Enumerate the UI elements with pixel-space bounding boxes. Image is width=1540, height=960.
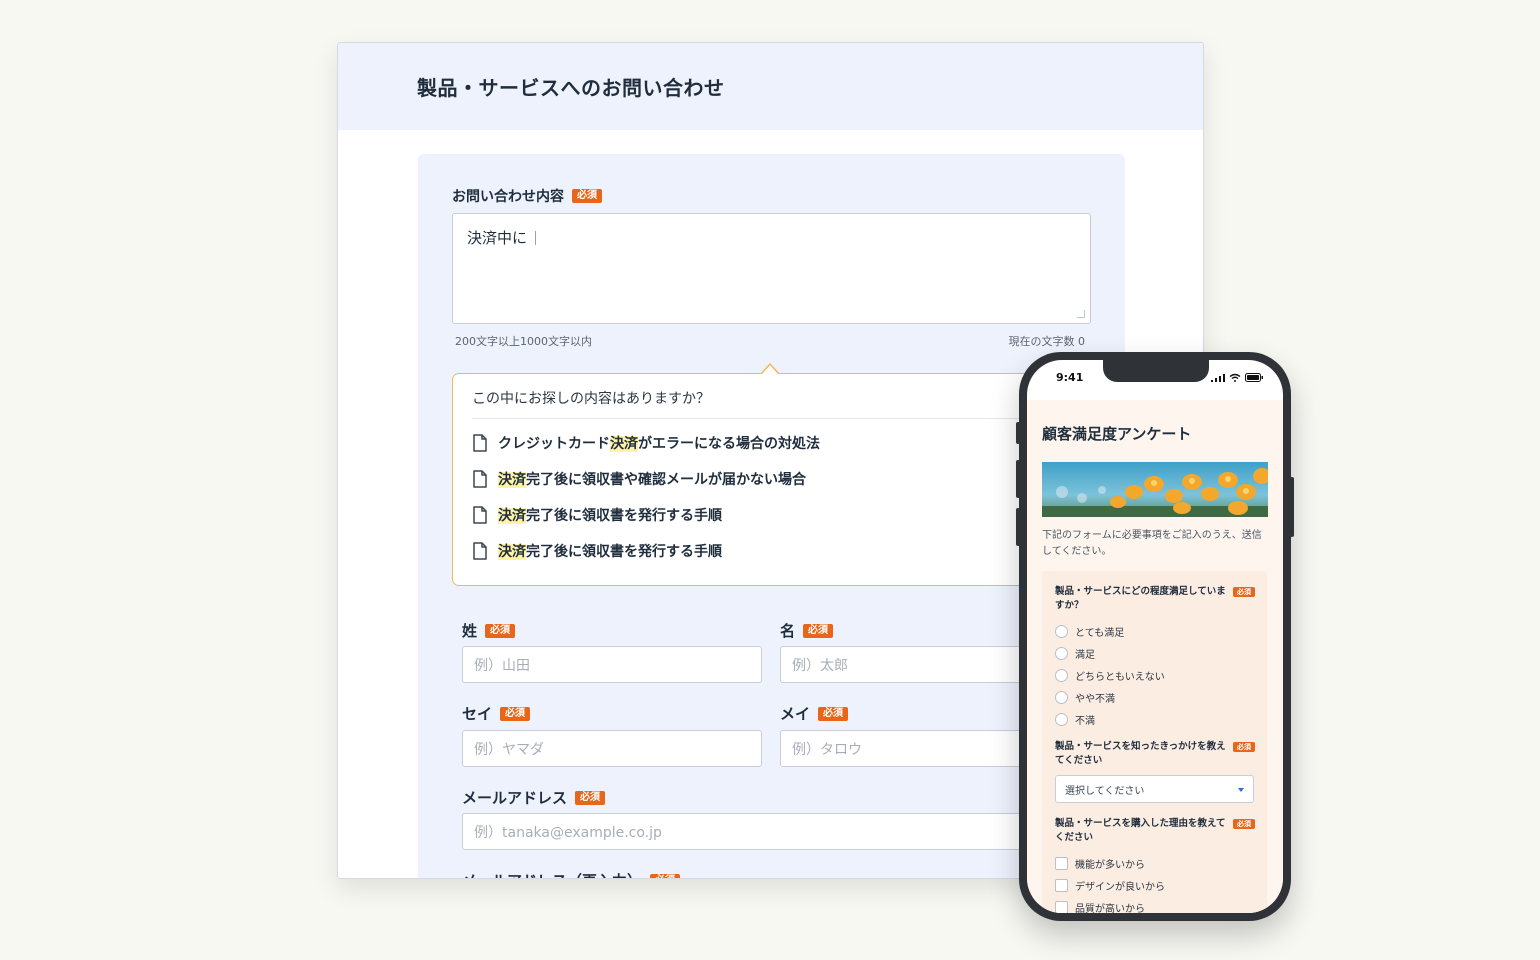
suggestion-pointer-icon [761,363,779,374]
q2-select[interactable]: 選択してください [1055,775,1254,803]
required-badge: 必須 [818,706,849,721]
suggestion-text: 決済完了後に領収書や確認メールが届かない場合 [498,472,806,488]
status-time: 9:41 [1056,371,1084,384]
signal-icon [1211,373,1225,382]
required-badge: 必須 [1233,742,1255,752]
checkbox[interactable] [1055,879,1068,892]
resize-handle-icon[interactable] [1077,310,1085,318]
radio-button[interactable] [1055,669,1068,682]
suggestion-question: この中にお探しの内容はありますか？ [472,391,710,407]
document-icon [473,470,487,488]
first-name-kana-label: メイ 必須 [780,703,849,724]
inquiry-text: 決済中に [467,229,528,247]
battery-icon [1245,373,1263,382]
radio-button[interactable] [1055,713,1068,726]
email-confirm-label: メールアドレス（再入力）必須 [462,870,681,878]
suggestion-item[interactable]: 決済完了後に領収書を発行する手順 [472,505,722,525]
required-badge: 必須 [500,706,531,721]
q2-label: 製品・サービスを知ったきっかけを教えてください [1055,741,1226,766]
suggestion-item[interactable]: クレジットカード決済がエラーになる場合の対処法 [472,433,820,453]
page-title: 製品・サービスへのお問い合わせ [417,76,725,100]
inquiry-textarea[interactable]: 決済中に [452,213,1091,324]
suggestion-text: 決済完了後に領収書を発行する手順 [498,544,722,560]
suggestion-text: クレジットカード決済がエラーになる場合の対処法 [498,436,820,452]
char-limit-hint: 200文字以上1000文字以内 [455,335,592,348]
required-badge: 必須 [1233,587,1255,597]
mute-switch [1016,422,1020,444]
email-input[interactable]: 例）tanaka@example.co.jp [462,813,1082,850]
radio-button[interactable] [1055,625,1068,638]
last-name-kana-input[interactable]: 例）ヤマダ [462,730,762,767]
required-badge: 必須 [1233,819,1255,829]
form-header: 製品・サービスへのお問い合わせ [338,43,1203,130]
power-button [1290,477,1294,537]
wifi-icon [1229,373,1241,382]
q1-option[interactable]: やや不満 [1055,690,1115,705]
char-count: 現在の文字数 0 [1008,335,1086,348]
notch [1103,360,1209,382]
last-name-kana-label: セイ 必須 [462,703,531,724]
survey-title: 顧客満足度アンケート [1042,425,1192,443]
q1-option[interactable]: どちらともいえない [1055,668,1165,683]
suggestion-item[interactable]: 決済完了後に領収書や確認メールが届かない場合 [472,469,806,489]
chevron-down-icon [1238,788,1244,792]
email-label: メールアドレス 必須 [462,787,606,808]
text-caret [535,231,537,245]
document-icon [473,434,487,452]
required-badge: 必須 [650,873,681,878]
phone-mockup: 9:41 顧客満足度アンケート 下記のフォームに必要事項をご記入のうえ、送信して… [1016,352,1294,921]
document-icon [473,506,487,524]
q1-option[interactable]: 満足 [1055,646,1095,661]
q1-label: 製品・サービスにどの程度満足していますか？ [1055,586,1226,611]
last-name-input[interactable]: 例）山田 [462,646,762,683]
status-icons [1211,373,1263,382]
q3-option[interactable]: デザインが良いから [1055,878,1165,893]
volume-down-button [1016,508,1020,546]
survey-question-card: 製品・サービスにどの程度満足していますか？ 必須 とても満足 満足 どちらともい… [1042,571,1267,913]
radio-button[interactable] [1055,691,1068,704]
checkbox[interactable] [1055,857,1068,870]
required-badge: 必須 [572,189,602,203]
q3-label: 製品・サービスを購入した理由を教えてください [1055,818,1226,843]
required-badge: 必須 [575,790,606,805]
inquiry-label: お問い合わせ内容 必須 [452,186,602,206]
q3-option[interactable]: 品質が高いから [1055,900,1145,913]
hero-image [1042,462,1268,517]
last-name-label: 姓必須 [462,620,516,641]
document-icon [473,542,487,560]
q1-option[interactable]: とても満足 [1055,624,1124,639]
q1-option[interactable]: 不満 [1055,712,1095,727]
q3-option[interactable]: 機能が多いから [1055,856,1145,871]
volume-up-button [1016,460,1020,498]
suggestion-item[interactable]: 決済完了後に領収書を発行する手順 [472,541,722,561]
required-badge: 必須 [803,623,834,638]
flower-field-image [1042,462,1268,517]
first-name-label: 名必須 [780,620,834,641]
required-badge: 必須 [485,623,516,638]
survey-description: 下記のフォームに必要事項をご記入のうえ、送信してください。 [1042,530,1262,557]
radio-button[interactable] [1055,647,1068,660]
inquiry-label-text: お問い合わせ内容 [452,189,564,205]
checkbox[interactable] [1055,901,1068,913]
phone-screen: 9:41 顧客満足度アンケート 下記のフォームに必要事項をご記入のうえ、送信して… [1027,360,1283,913]
suggestion-text: 決済完了後に領収書を発行する手順 [498,508,722,524]
